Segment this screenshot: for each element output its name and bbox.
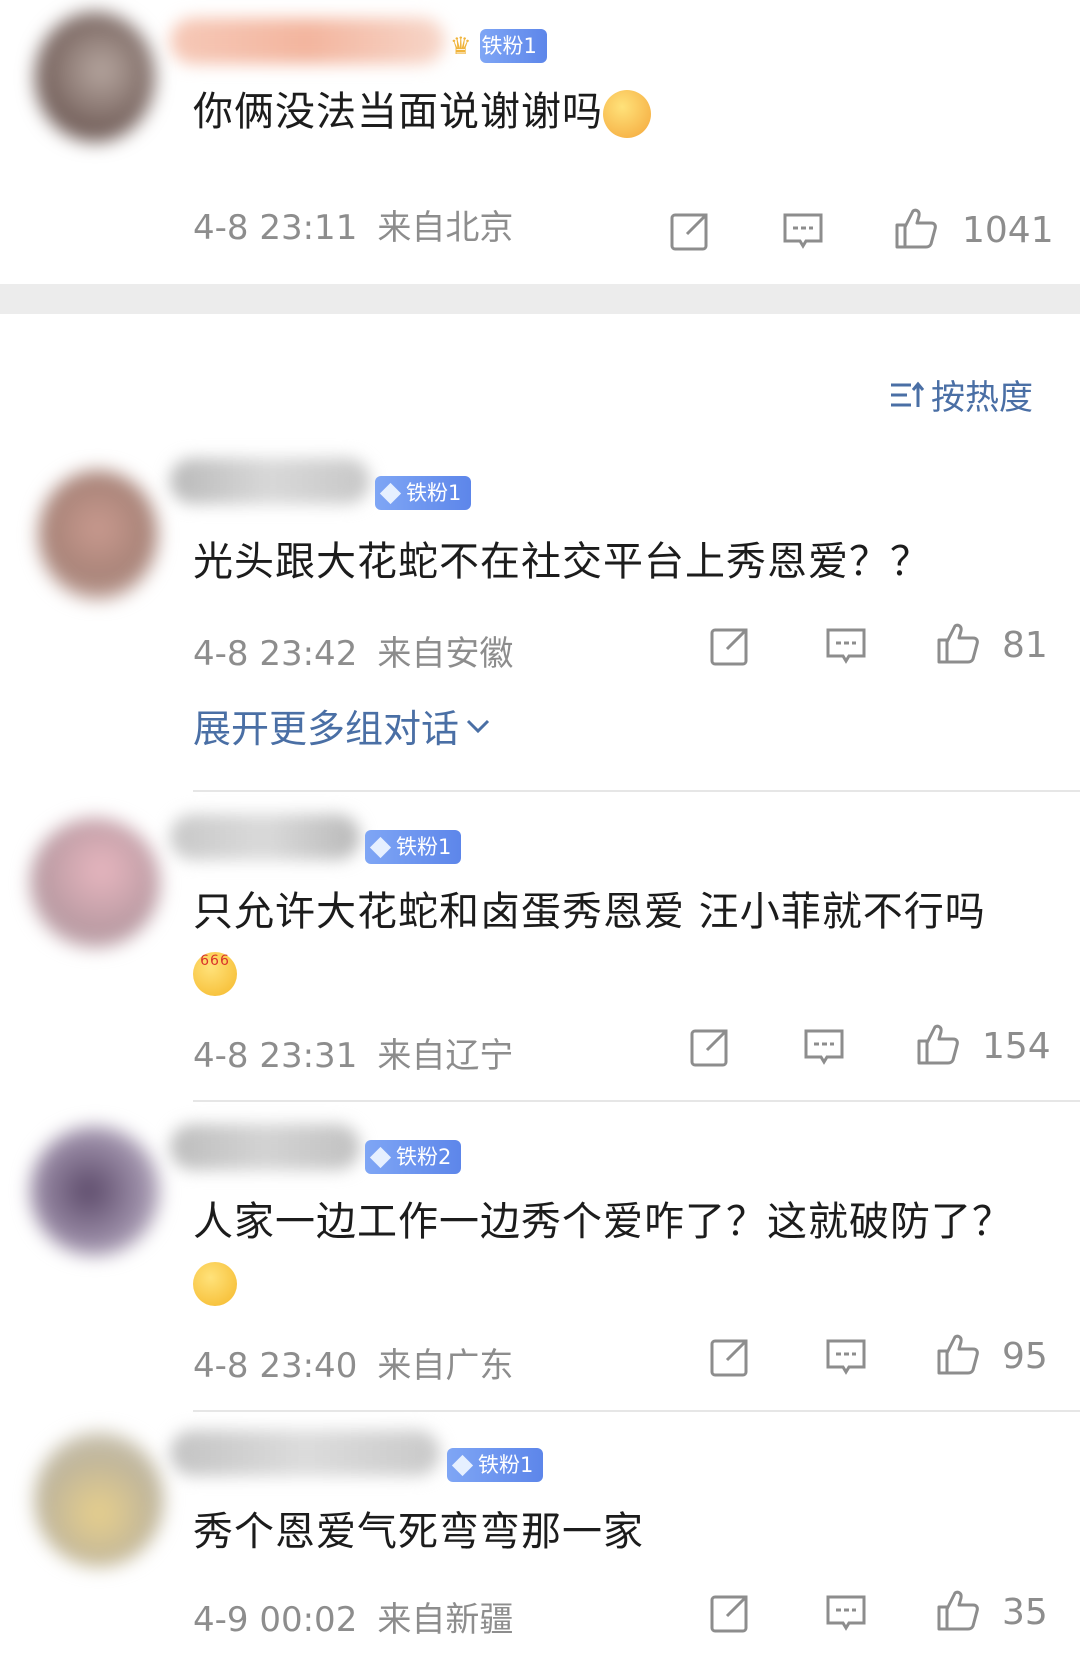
fan-badge: 铁粉1	[365, 830, 462, 864]
avatar[interactable]	[38, 470, 158, 600]
comment-item: 铁粉2 人家一边工作一边秀个爱咋了？这就破防了？ 4-8 23:40 来自广东 9…	[0, 1112, 1080, 1412]
share-icon[interactable]	[709, 1336, 751, 1378]
reply-icon[interactable]	[782, 210, 824, 252]
comment-location: 来自安徽	[377, 634, 514, 674]
username-blurred[interactable]	[170, 1430, 440, 1476]
comment-location: 来自辽宁	[377, 1036, 514, 1076]
like-count: 154	[982, 1026, 1051, 1067]
fan-badge: 铁粉1	[447, 1448, 544, 1482]
comment-text-content: 光头跟大花蛇不在社交平台上秀恩爱？？	[193, 539, 931, 585]
comment-item: 铁粉1 只允许大花蛇和卤蛋秀恩爱 汪小菲就不行吗 666 4-8 23:31 来自…	[0, 800, 1080, 1100]
comment-text: 只允许大花蛇和卤蛋秀恩爱 汪小菲就不行吗 666	[193, 882, 1033, 1002]
like-icon[interactable]	[935, 620, 981, 666]
diamond-icon	[369, 1146, 392, 1168]
emoji-caption: 666	[200, 953, 230, 969]
like-count: 1041	[962, 210, 1054, 251]
username-blurred[interactable]	[170, 1124, 360, 1170]
yum-emoji-icon	[603, 90, 651, 138]
like-count: 81	[1002, 625, 1048, 666]
comment-meta: 4-9 00:02 来自新疆	[193, 1592, 533, 1641]
share-icon[interactable]	[709, 625, 751, 667]
sort-toggle[interactable]: 按热度	[889, 370, 1033, 419]
comment-location: 来自广东	[377, 1346, 514, 1386]
username-blurred[interactable]	[170, 814, 360, 860]
comment-text: 人家一边工作一边秀个爱咋了？这就破防了？	[193, 1192, 1033, 1312]
fan-badge: ♛ 铁粉1	[450, 29, 547, 63]
fan-badge: 铁粉1	[375, 476, 472, 510]
fan-badge: 铁粉2	[365, 1140, 462, 1174]
like-icon[interactable]	[935, 1331, 981, 1377]
chevron-down-icon	[466, 719, 490, 733]
comment-item: 铁粉1 秀个恩爱气死弯弯那一家 4-9 00:02 来自新疆 35	[0, 1418, 1080, 1666]
comment-location: 来自新疆	[377, 1600, 514, 1640]
avatar[interactable]	[34, 1432, 164, 1567]
comment-date: 4-9 00:02	[193, 1600, 358, 1640]
like-icon[interactable]	[915, 1021, 961, 1067]
comment-text-content: 秀个恩爱气死弯弯那一家	[193, 1509, 644, 1555]
avatar[interactable]	[35, 12, 155, 142]
like-count: 35	[1002, 1592, 1048, 1633]
sort-icon	[891, 381, 925, 407]
reply-icon[interactable]	[825, 1336, 867, 1378]
comment-text-content: 只允许大花蛇和卤蛋秀恩爱 汪小菲就不行吗	[193, 889, 986, 935]
section-divider	[0, 284, 1080, 314]
diamond-icon	[451, 1454, 474, 1476]
comment-date: 4-8 23:40	[193, 1346, 358, 1386]
comment-meta: 4-8 23:42 来自安徽	[193, 626, 533, 675]
comment-meta: 4-8 23:31 来自辽宁	[193, 1028, 533, 1077]
comment-text: 光头跟大花蛇不在社交平台上秀恩爱？？	[193, 532, 1033, 592]
reply-icon[interactable]	[803, 1026, 845, 1068]
diamond-icon	[369, 836, 392, 858]
like-icon[interactable]	[935, 1587, 981, 1633]
comment-text: 秀个恩爱气死弯弯那一家	[193, 1502, 1033, 1562]
crown-icon: ♛	[450, 32, 472, 60]
fan-badge-label: 铁粉1	[406, 481, 462, 505]
666-emoji-icon: 666	[193, 952, 237, 996]
diamond-icon	[379, 482, 402, 504]
share-icon[interactable]	[669, 210, 711, 252]
laughing-tears-emoji-icon	[193, 1262, 237, 1306]
divider	[193, 1410, 1080, 1412]
like-icon[interactable]	[893, 205, 939, 251]
reply-icon[interactable]	[825, 625, 867, 667]
share-icon[interactable]	[709, 1592, 751, 1634]
reply-icon[interactable]	[825, 1592, 867, 1634]
comment-text: 你俩没法当面说谢谢吗	[193, 82, 1033, 142]
avatar[interactable]	[30, 1126, 160, 1256]
comment-top: ♛ 铁粉1 你俩没法当面说谢谢吗 4-8 23:11 来自北京 1041	[0, 0, 1080, 284]
divider	[193, 790, 1080, 792]
expand-label: 展开更多组对话	[193, 707, 460, 751]
comment-meta: 4-8 23:11 来自北京	[193, 200, 533, 249]
comment-item: 铁粉1 光头跟大花蛇不在社交平台上秀恩爱？？ 4-8 23:42 来自安徽 81	[0, 440, 1080, 760]
comment-date: 4-8 23:11	[193, 208, 358, 248]
username-blurred[interactable]	[170, 18, 445, 64]
divider	[193, 1100, 1080, 1102]
comment-meta: 4-8 23:40 来自广东	[193, 1338, 533, 1387]
like-count: 95	[1002, 1336, 1048, 1377]
expand-conversation-link[interactable]: 展开更多组对话	[193, 698, 491, 753]
username-blurred[interactable]	[170, 458, 370, 504]
fan-badge-label: 铁粉1	[481, 34, 537, 58]
comment-date: 4-8 23:31	[193, 1036, 358, 1076]
fan-badge-label: 铁粉1	[478, 1453, 534, 1477]
comment-text-content: 你俩没法当面说谢谢吗	[193, 89, 603, 135]
comment-location: 来自北京	[377, 208, 514, 248]
fan-badge-label: 铁粉2	[396, 1145, 452, 1169]
comment-text-content: 人家一边工作一边秀个爱咋了？这就破防了？	[193, 1199, 1013, 1245]
fan-badge-label: 铁粉1	[396, 835, 452, 859]
sort-label: 按热度	[931, 378, 1033, 418]
comment-date: 4-8 23:42	[193, 634, 358, 674]
share-icon[interactable]	[689, 1026, 731, 1068]
avatar[interactable]	[30, 818, 160, 948]
